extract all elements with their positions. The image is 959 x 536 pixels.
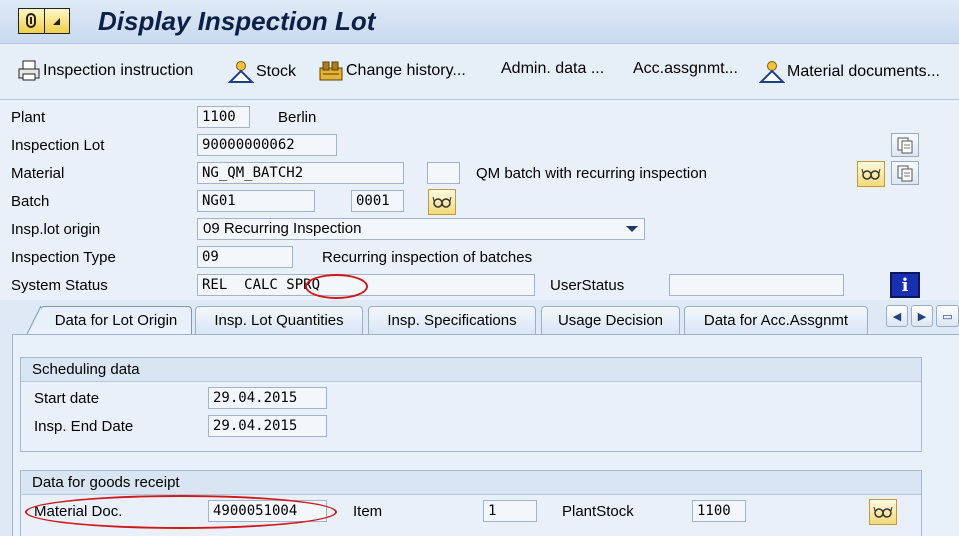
dropdown-arrow-icon bbox=[626, 226, 638, 232]
admin-data-button[interactable]: Admin. data ... bbox=[501, 60, 604, 78]
info-button[interactable]: i bbox=[890, 272, 920, 298]
printer-icon bbox=[18, 60, 40, 81]
glasses-icon bbox=[873, 506, 893, 518]
acc-assgnmt-button[interactable]: Acc.assgnmt... bbox=[633, 60, 738, 78]
end-date-field[interactable]: 29.04.2015 bbox=[208, 415, 327, 437]
arrow-right-icon: ▶ bbox=[917, 310, 927, 323]
change-history-label: Change history... bbox=[346, 62, 466, 79]
document-button-2[interactable] bbox=[891, 161, 919, 185]
tab-insp-lot-quantities[interactable]: Insp. Lot Quantities bbox=[195, 306, 363, 334]
history-icon bbox=[319, 61, 343, 81]
lot-origin-select[interactable]: 09 Recurring Inspection bbox=[197, 218, 645, 240]
inspection-type-description: Recurring inspection of batches bbox=[322, 249, 533, 266]
tab-insp-specifications[interactable]: Insp. Specifications bbox=[368, 306, 536, 334]
glasses-icon bbox=[432, 196, 452, 208]
lot-origin-label: Insp.lot origin bbox=[11, 221, 101, 238]
plant-stock-field[interactable]: 1100 bbox=[692, 500, 746, 522]
material-doc-label: Material Doc. bbox=[34, 503, 123, 520]
tab-list-button[interactable]: ▭ bbox=[936, 305, 959, 327]
header-area: Plant 1100 Berlin Inspection Lot 9000000… bbox=[0, 100, 959, 300]
tab-content-lot-origin: Scheduling data Start date 29.04.2015 In… bbox=[12, 334, 959, 536]
arrow-left-icon: ◀ bbox=[892, 310, 902, 323]
batch-sub-field[interactable]: 0001 bbox=[351, 190, 404, 212]
menu-corner-icon bbox=[45, 9, 70, 33]
menu-icon bbox=[19, 9, 45, 33]
tab-data-for-lot-origin[interactable]: Data for Lot Origin bbox=[27, 306, 192, 334]
material-description: QM batch with recurring inspection bbox=[476, 165, 707, 182]
user-status-label: UserStatus bbox=[550, 277, 625, 294]
inspection-lot-label: Inspection Lot bbox=[11, 137, 105, 154]
item-field[interactable]: 1 bbox=[483, 500, 537, 522]
document-icon bbox=[897, 165, 913, 182]
tab-scroll-left-button[interactable]: ◀ bbox=[886, 305, 908, 327]
system-status-field[interactable]: REL CALC SPRQ bbox=[197, 274, 535, 296]
lot-origin-value: 09 Recurring Inspection bbox=[203, 220, 362, 237]
batch-field[interactable]: NG01 bbox=[197, 190, 315, 212]
material-extra-field[interactable] bbox=[427, 162, 460, 184]
person-icon bbox=[228, 61, 254, 83]
goods-receipt-title: Data for goods receipt bbox=[21, 471, 921, 495]
title-bar: Display Inspection Lot bbox=[0, 0, 959, 44]
tab-usage-decision[interactable]: Usage Decision bbox=[541, 306, 680, 334]
start-date-field[interactable]: 29.04.2015 bbox=[208, 387, 327, 409]
tab-strip: Data for Lot Origin Insp. Lot Quantities… bbox=[0, 300, 959, 334]
material-documents-label: Material documents... bbox=[787, 63, 940, 80]
admin-data-label: Admin. data ... bbox=[501, 60, 605, 77]
tab-label: Insp. Specifications bbox=[387, 312, 517, 329]
plant-stock-label: PlantStock bbox=[562, 503, 634, 520]
info-icon: i bbox=[901, 274, 909, 296]
tab-list-icon: ▭ bbox=[942, 310, 953, 323]
page-title: Display Inspection Lot bbox=[98, 6, 376, 36]
tab-label: Insp. Lot Quantities bbox=[214, 312, 344, 329]
plant-name: Berlin bbox=[278, 109, 317, 126]
stock-label: Stock bbox=[256, 63, 297, 80]
application-toolbar: Inspection instruction Stock Change hist… bbox=[0, 44, 959, 100]
change-history-button[interactable]: Change history... bbox=[318, 60, 466, 82]
inspection-lot-field[interactable]: 90000000062 bbox=[197, 134, 337, 156]
document-icon bbox=[897, 137, 913, 154]
system-menu-button[interactable] bbox=[18, 8, 70, 34]
start-date-label: Start date bbox=[34, 390, 100, 407]
stock-button[interactable]: Stock bbox=[228, 60, 296, 84]
inspection-instruction-button[interactable]: Inspection instruction bbox=[17, 60, 193, 82]
plant-field[interactable]: 1100 bbox=[197, 106, 250, 128]
tab-edge bbox=[27, 306, 41, 334]
material-documents-button[interactable]: Material documents... bbox=[759, 60, 940, 84]
inspection-type-label: Inspection Type bbox=[11, 249, 116, 266]
user-status-field[interactable] bbox=[669, 274, 844, 296]
tab-label: Usage Decision bbox=[557, 312, 664, 329]
batch-label: Batch bbox=[11, 193, 50, 210]
acc-assgnmt-label: Acc.assgnmt... bbox=[633, 60, 738, 77]
goods-receipt-group: Data for goods receipt Material Doc. 490… bbox=[20, 470, 922, 536]
tab-scroll-right-button[interactable]: ▶ bbox=[911, 305, 933, 327]
display-batch-button[interactable] bbox=[428, 189, 456, 215]
system-status-label: System Status bbox=[11, 277, 108, 294]
tab-label: Data for Lot Origin bbox=[54, 312, 178, 329]
end-date-label: Insp. End Date bbox=[34, 418, 134, 435]
display-material-doc-button[interactable] bbox=[869, 499, 897, 525]
material-label: Material bbox=[11, 165, 65, 182]
plant-label: Plant bbox=[11, 109, 46, 126]
item-label: Item bbox=[353, 503, 383, 520]
person-icon bbox=[759, 61, 785, 83]
tab-data-for-acc-assgnmt[interactable]: Data for Acc.Assgnmt bbox=[684, 306, 868, 334]
scheduling-group: Scheduling data Start date 29.04.2015 In… bbox=[20, 357, 922, 452]
material-field[interactable]: NG_QM_BATCH2 bbox=[197, 162, 404, 184]
document-button[interactable] bbox=[891, 133, 919, 157]
material-doc-field[interactable]: 4900051004 bbox=[208, 500, 327, 522]
scheduling-title: Scheduling data bbox=[21, 358, 921, 382]
inspection-instruction-label: Inspection instruction bbox=[43, 62, 194, 79]
display-material-button[interactable] bbox=[857, 161, 885, 187]
tab-label: Data for Acc.Assgnmt bbox=[703, 312, 849, 329]
inspection-type-field[interactable]: 09 bbox=[197, 246, 293, 268]
glasses-icon bbox=[861, 168, 881, 180]
